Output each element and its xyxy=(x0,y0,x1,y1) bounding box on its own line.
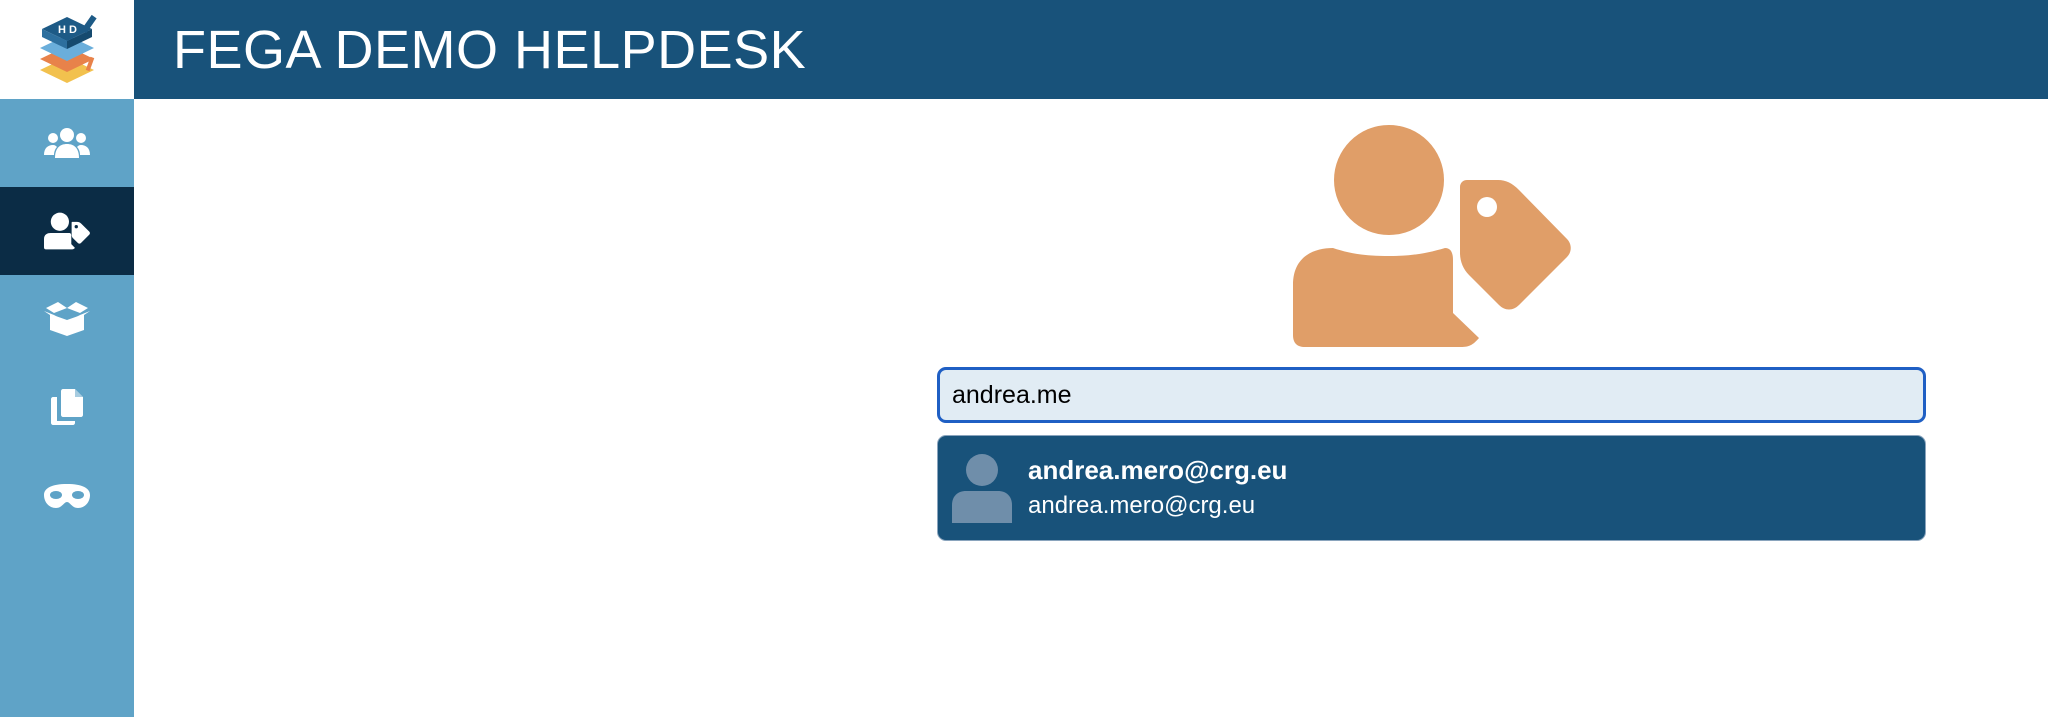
helpdesk-logo-icon: H D xyxy=(40,14,97,83)
app-window: H D FEGA DEMO HELPDESK andrea.me andrea.… xyxy=(0,0,2048,717)
sidebar-item-box[interactable] xyxy=(0,275,134,363)
search-input[interactable] xyxy=(937,367,1926,423)
svg-text:D: D xyxy=(69,24,77,36)
user-tag-icon xyxy=(44,212,90,250)
suggestion-primary-email: andrea.mero@crg.eu xyxy=(1028,455,1288,485)
top-bar: FEGA DEMO HELPDESK xyxy=(134,0,2048,99)
sidebar-item-users[interactable] xyxy=(0,99,134,187)
page-title: FEGA DEMO HELPDESK xyxy=(173,19,807,80)
svg-text:H: H xyxy=(58,24,66,36)
sidebar-item-mask[interactable] xyxy=(0,451,134,539)
box-open-icon xyxy=(44,302,90,336)
user-tag-icon xyxy=(1293,125,1571,347)
user-icon xyxy=(952,454,1012,523)
sidebar xyxy=(0,99,134,717)
copy-icon xyxy=(51,389,83,425)
mask-icon xyxy=(44,484,90,508)
autocomplete-suggestion[interactable]: andrea.mero@crg.eu andrea.mero@crg.eu xyxy=(937,435,1926,541)
suggestion-secondary-email: andrea.mero@crg.eu xyxy=(1028,492,1256,519)
sidebar-item-documents[interactable] xyxy=(0,363,134,451)
logo[interactable]: H D xyxy=(0,0,134,99)
sidebar-item-user-tag[interactable] xyxy=(0,187,134,275)
users-icon xyxy=(44,128,90,158)
suggestion-text: andrea.mero@crg.eu andrea.mero@crg.eu xyxy=(1028,453,1287,523)
